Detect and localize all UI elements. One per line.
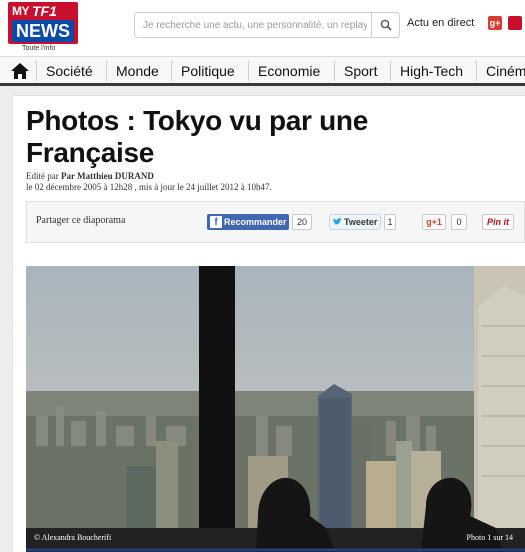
pin-it-button[interactable]: Pin it — [482, 214, 514, 230]
nav-separator — [476, 61, 477, 81]
nav-item-cinema[interactable]: Ciném — [486, 63, 525, 79]
photo-credit: © Alexandra Boucherifi — [34, 533, 112, 542]
home-icon[interactable] — [10, 62, 30, 80]
article-byline: Edité par Par Matthieu DURAND — [26, 171, 154, 181]
nav-separator — [171, 61, 172, 81]
nav-separator — [248, 61, 249, 81]
facebook-icon: f — [210, 216, 222, 228]
gplus-count: 0 — [451, 214, 467, 230]
google-plus-icon[interactable]: g+ — [488, 16, 502, 30]
nav-item-high-tech[interactable]: High-Tech — [400, 63, 463, 79]
mytf1news-logo[interactable]: MY TF1 NEWS Toute l'info — [8, 2, 78, 54]
nav-separator — [334, 61, 335, 81]
twitter-bird-icon — [333, 218, 342, 225]
tokyo-skyline-photo — [26, 266, 525, 552]
nav-item-societe[interactable]: Société — [46, 63, 93, 79]
tweet-button[interactable]: Tweeter — [329, 214, 381, 230]
nav-item-politique[interactable]: Politique — [181, 63, 235, 79]
logo-my-text: MY — [12, 4, 30, 18]
byline-prefix: Edité par — [26, 171, 59, 181]
main-nav: Société Monde Politique Economie Sport H… — [0, 56, 525, 86]
logo-tagline: Toute l'info — [22, 45, 56, 52]
nav-item-sport[interactable]: Sport — [344, 63, 377, 79]
search-box — [134, 12, 400, 38]
facebook-recommend-label: Recommander — [224, 217, 287, 227]
author-link[interactable]: Par Matthieu DURAND — [61, 171, 154, 181]
logo-news-text: NEWS — [12, 20, 74, 42]
slideshow-photo[interactable]: © Alexandra Boucherifi Photo 1 sur 14 — [26, 266, 525, 552]
search-button[interactable] — [371, 13, 399, 37]
nav-separator — [106, 61, 107, 81]
social-icon[interactable] — [508, 16, 522, 30]
nav-separator — [390, 61, 391, 81]
google-plus-one-button[interactable]: g+1 — [422, 214, 446, 230]
nav-separator — [36, 61, 37, 81]
tweet-count: 1 — [384, 214, 396, 230]
top-header: MY TF1 NEWS Toute l'info Actu en direct … — [0, 0, 525, 56]
tweet-label: Tweeter — [344, 217, 378, 227]
live-news-link[interactable]: Actu en direct — [407, 17, 474, 29]
gplus-one-label: +1 — [431, 217, 442, 227]
facebook-recommend-button[interactable]: f Recommander — [207, 214, 289, 230]
nav-item-economie[interactable]: Economie — [258, 63, 320, 79]
share-bar: Partager ce diaporama f Recommander 20 T… — [26, 201, 525, 243]
facebook-count: 20 — [292, 214, 312, 230]
article-dates: le 02 décembre 2005 à 12h28 , mis à jour… — [26, 182, 272, 192]
logo-tf1-text: TF1 — [32, 3, 57, 19]
article-title: Photos : Tokyo vu par une Française — [26, 105, 369, 168]
photo-counter: Photo 1 sur 14 — [466, 533, 513, 542]
nav-item-monde[interactable]: Monde — [116, 63, 159, 79]
share-label: Partager ce diaporama — [36, 215, 126, 226]
search-icon — [380, 19, 392, 31]
search-input[interactable] — [143, 17, 367, 33]
